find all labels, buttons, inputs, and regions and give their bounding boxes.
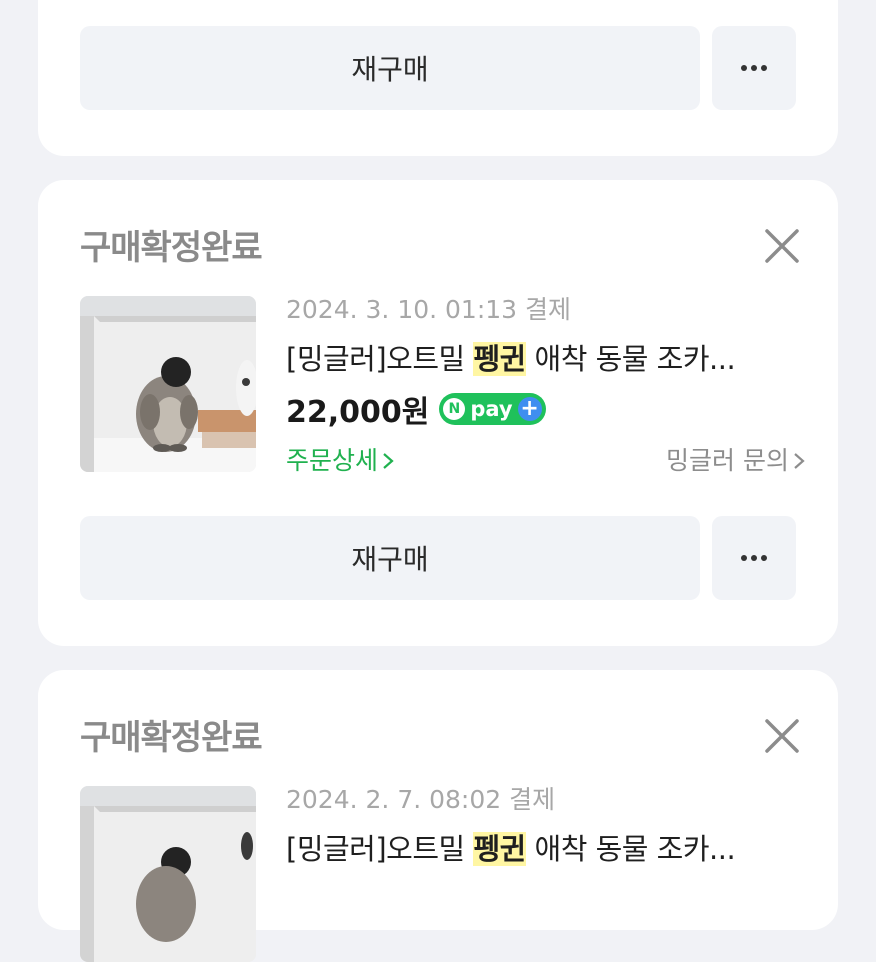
payment-label: 결제 [509,785,556,814]
more-dot [741,65,747,71]
product-title[interactable]: [밍글러]오트밀 펭귄 애착 동물 조카... [286,826,806,872]
more-dot [741,555,747,561]
order-card: 구매확정완료 2024. 2. 7. 08:02 결제 [밍글러]오트밀 펭귄 … [38,670,838,962]
action-row: 재구매 [80,26,796,110]
order-info: 2024. 3. 10. 01:13 결제 [밍글러]오트밀 펭귄 애착 동물 … [286,292,806,484]
title-prefix: [밍글러]오트밀 [286,342,474,376]
order-status: 구매확정완료 [80,718,263,758]
rebuy-button[interactable]: 재구매 [80,516,700,600]
order-status: 구매확정완료 [80,228,263,268]
more-dot [751,65,757,71]
more-dot [751,555,757,561]
order-date-line: 2024. 2. 7. 08:02 결제 [286,782,806,818]
close-icon[interactable] [764,718,800,754]
order-date: 2024. 3. 10. 01:13 [286,295,518,324]
rebuy-button[interactable]: 재구매 [80,26,700,110]
penguin-plush-image [80,786,256,962]
chevron-right-icon [383,453,394,469]
more-dot [761,65,767,71]
order-card: 구매확정완료 2024. 3. 10. 01:13 결제 [밍글러]오트밀 펭귄… [38,180,838,646]
seller-inquiry-link[interactable]: 밍글러 문의 [666,441,806,477]
order-detail-link[interactable]: 주문상세 [286,441,395,477]
payment-label: 결제 [525,295,572,324]
order-detail-label: 주문상세 [286,446,379,475]
order-date-line: 2024. 3. 10. 01:13 결제 [286,292,806,328]
order-card: 재구매 [38,0,838,156]
order-date: 2024. 2. 7. 08:02 [286,785,502,814]
action-row: 재구매 [80,516,796,600]
product-title[interactable]: [밍글러]오트밀 펭귄 애착 동물 조카... [286,336,806,382]
title-suffix: 애착 동물 조카... [525,342,736,376]
title-highlight: 펭귄 [473,832,526,866]
product-thumbnail[interactable] [80,296,256,472]
npay-plus-badge: N pay + [439,393,546,425]
close-icon[interactable] [764,228,800,264]
product-thumbnail[interactable] [80,786,256,962]
price-row: 22,000원 N pay + [286,384,806,434]
penguin-plush-image [80,296,256,472]
more-dot [761,555,767,561]
title-suffix: 애착 동물 조카... [525,832,736,866]
seller-inquiry-label: 밍글러 문의 [666,446,789,475]
chevron-right-icon [794,453,805,469]
order-info: 2024. 2. 7. 08:02 결제 [밍글러]오트밀 펭귄 애착 동물 조… [286,782,806,872]
more-options-button[interactable] [712,516,796,600]
link-row: 주문상세 밍글러 문의 [286,434,806,484]
naver-n-icon: N [443,398,466,420]
product-price: 22,000원 [286,395,430,430]
plus-icon: + [517,397,542,421]
more-options-button[interactable] [712,26,796,110]
npay-text: pay [470,397,513,421]
title-prefix: [밍글러]오트밀 [286,832,474,866]
title-highlight: 펭귄 [473,342,526,376]
